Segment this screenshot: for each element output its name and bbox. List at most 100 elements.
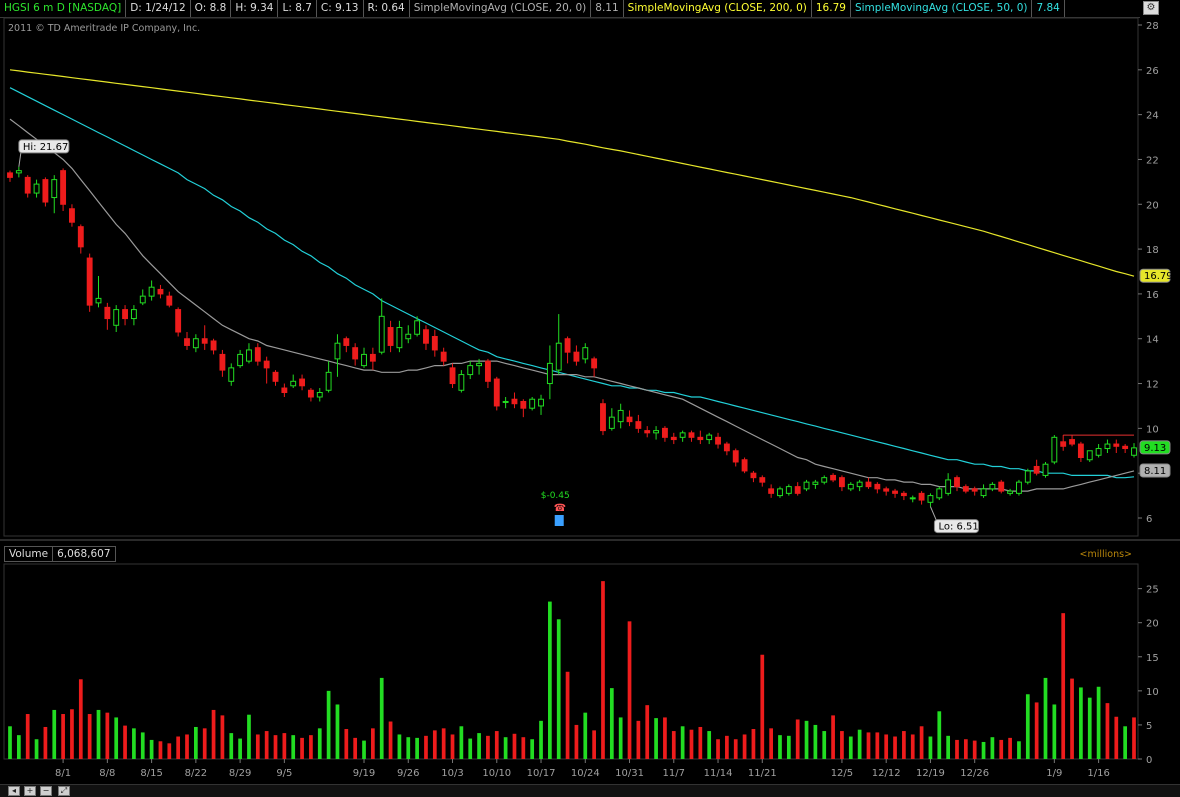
- volume-bar: [468, 738, 473, 759]
- candle-body: [511, 398, 518, 405]
- volume-bar: [937, 711, 942, 759]
- volume-bar: [1008, 737, 1012, 759]
- volume-bar: [822, 731, 827, 759]
- candle-body: [405, 333, 412, 340]
- date-tick-label: 10/17: [527, 768, 556, 779]
- candle-body: [962, 486, 969, 492]
- price-volume-chart[interactable]: 6810121416182022242628 Hi: 21.67Lo: 6.51…: [0, 0, 1180, 784]
- zoom-out-icon[interactable]: −: [40, 786, 52, 796]
- volume-bar: [132, 728, 136, 759]
- sma200-badge-text: 16.79: [1144, 271, 1173, 282]
- candle-body: [529, 398, 536, 409]
- date-tick-label: 8/1: [55, 768, 71, 779]
- candle-body: [24, 176, 31, 194]
- volume-bar: [202, 728, 207, 759]
- candle-body: [1122, 445, 1129, 450]
- candle-body: [723, 443, 730, 452]
- candle-body: [1024, 470, 1031, 483]
- volume-tick-label: 25: [1146, 585, 1159, 596]
- volume-bar: [786, 735, 791, 759]
- volume-bar: [733, 739, 738, 759]
- volume-bar: [716, 739, 720, 759]
- volume-bar: [96, 709, 101, 759]
- candle-body: [219, 353, 226, 371]
- volume-bar: [494, 731, 499, 759]
- candle-body: [414, 320, 421, 335]
- date-tick-label: 1/16: [1087, 768, 1109, 779]
- date-tick-label: 8/22: [185, 768, 207, 779]
- volume-bar: [698, 726, 703, 759]
- volume-bar: [335, 704, 340, 759]
- volume-bar: [167, 743, 172, 759]
- candle-body: [272, 371, 279, 382]
- zoom-fit-icon[interactable]: ⤢: [58, 786, 70, 796]
- candle-body: [361, 353, 367, 367]
- volume-bar: [654, 718, 658, 759]
- volume-bar: [459, 726, 464, 759]
- price-tick-label: 6: [1146, 514, 1152, 525]
- volume-bar: [379, 677, 384, 759]
- volume-bar: [707, 731, 712, 759]
- candle-body: [954, 477, 960, 488]
- volume-bar: [1043, 677, 1048, 759]
- candle-body: [299, 378, 305, 387]
- candle-body: [520, 400, 527, 409]
- candle-body: [290, 380, 297, 387]
- candle-body: [493, 378, 500, 407]
- volume-bar: [742, 734, 747, 759]
- volume-bar: [353, 737, 358, 759]
- low-label: Lo: 6.51: [933, 519, 979, 534]
- candle-body: [555, 342, 562, 371]
- volume-bar: [946, 735, 951, 759]
- price-tick-label: 12: [1146, 380, 1159, 391]
- volume-bar: [840, 731, 844, 759]
- volume-bar: [831, 715, 835, 759]
- volume-bar: [636, 720, 641, 759]
- volume-header: Volume 6,068,607: [4, 546, 116, 562]
- volume-bar: [751, 729, 756, 759]
- candle-body: [830, 474, 837, 481]
- candle-body: [139, 295, 146, 304]
- zoom-in-icon[interactable]: +: [24, 786, 36, 796]
- volume-bar: [778, 735, 782, 759]
- candle-body: [343, 338, 350, 346]
- volume-bar: [450, 734, 455, 759]
- date-tick-label: 11/14: [704, 768, 733, 779]
- sma20-badge-text: 8.11: [1144, 466, 1166, 477]
- candle-body: [33, 183, 40, 194]
- volume-bar: [344, 729, 349, 759]
- candle-body: [387, 327, 394, 346]
- volume-bar: [919, 726, 924, 759]
- price-tick-label: 20: [1146, 200, 1159, 211]
- volume-bar: [255, 734, 260, 759]
- volume-bar: [601, 581, 605, 759]
- date-tick-label: 9/5: [276, 768, 292, 779]
- volume-bar: [105, 712, 110, 759]
- candle-body: [812, 481, 819, 485]
- price-annotations: Hi: 21.67 Lo: 6.51 16.79 9.13 8.11 $-0.45 ☎: [18, 139, 1173, 534]
- volume-bar: [158, 741, 163, 759]
- candle-body: [582, 347, 589, 360]
- volume-bar: [645, 705, 650, 759]
- candle-body: [839, 477, 845, 488]
- candle-body: [476, 362, 483, 367]
- candle-body: [440, 351, 447, 362]
- low-label-text: Lo: 6.51: [938, 522, 978, 533]
- volume-bar: [441, 728, 446, 759]
- volume-bar: [813, 724, 818, 759]
- volume-bar: [317, 728, 322, 759]
- volume-tick-label: 10: [1146, 687, 1159, 698]
- volume-label[interactable]: Volume: [4, 546, 54, 562]
- candle-body: [653, 430, 660, 434]
- volume-bar: [1114, 716, 1119, 759]
- volume-bar: [1034, 702, 1039, 759]
- price-tick-label: 22: [1146, 155, 1159, 166]
- scroll-left-icon[interactable]: ◂: [8, 786, 20, 796]
- candle-body: [635, 421, 642, 429]
- volume-bar: [388, 721, 393, 759]
- volume-bar: [663, 717, 667, 759]
- candle-body: [661, 427, 668, 438]
- candle-body: [175, 309, 182, 333]
- candle-body: [538, 398, 544, 407]
- candle-body: [874, 483, 881, 490]
